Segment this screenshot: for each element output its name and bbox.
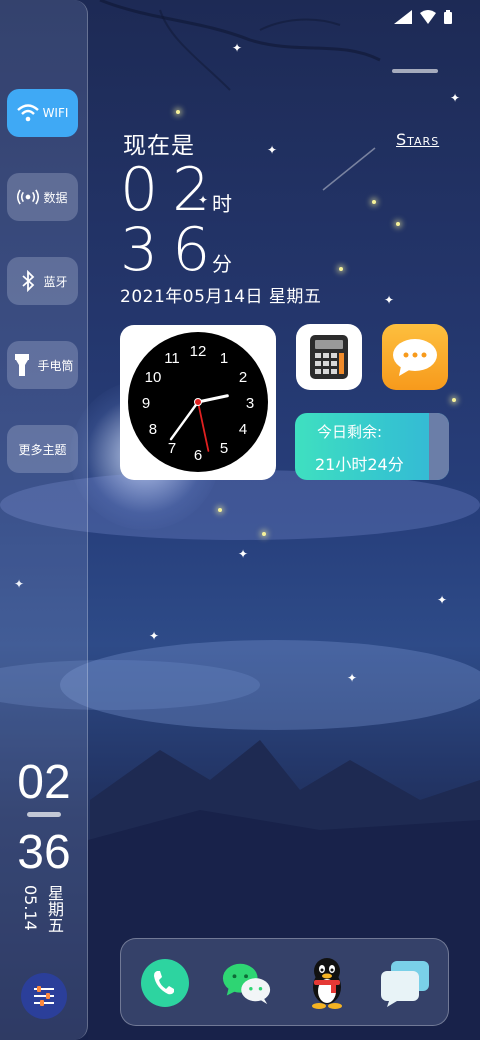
analog-clock-widget[interactable]: 12 1 2 3 4 5 6 7 8 9 10 11	[120, 325, 276, 480]
clock-number: 7	[168, 440, 176, 457]
more-themes-button[interactable]: 更多主题	[7, 425, 78, 473]
qq-icon	[312, 958, 342, 1009]
signal-icon	[394, 10, 412, 24]
bluetooth-label: 蓝牙	[43, 274, 68, 289]
side-clock-separator	[27, 812, 61, 817]
clock-number: 11	[164, 350, 180, 367]
mobile-data-label: 数据	[43, 190, 68, 205]
wechat-icon	[222, 963, 271, 1005]
clock-number: 12	[190, 343, 207, 360]
firefly	[372, 200, 376, 204]
sliders-icon	[34, 986, 54, 1006]
clock-number: 2	[239, 369, 247, 386]
date-line: 2021年05月14日 星期五	[120, 287, 322, 307]
mobile-data-icon	[17, 186, 40, 208]
shooting-star	[322, 147, 376, 191]
firefly	[262, 532, 266, 536]
star-icon: ✦	[384, 293, 395, 307]
star-icon: ✦	[238, 547, 249, 561]
mobile-data-toggle[interactable]: 数据	[7, 173, 78, 221]
settings-button[interactable]	[21, 973, 67, 1019]
clock-number: 3	[246, 395, 254, 412]
big-clock-minute: 36	[120, 215, 225, 285]
phone-icon	[141, 959, 189, 1007]
side-date: 05.14	[21, 885, 40, 931]
wifi-icon	[16, 102, 39, 124]
star-icon: ✦	[437, 593, 448, 607]
clock-number: 10	[145, 369, 162, 386]
dock	[120, 938, 449, 1026]
star-icon: ✦	[232, 41, 243, 55]
clock-number: 6	[194, 447, 202, 464]
drag-handle[interactable]	[392, 69, 438, 73]
remaining-value: 21小时24分	[315, 455, 404, 474]
remaining-progress-rest	[429, 413, 449, 480]
bluetooth-icon	[17, 270, 39, 292]
star-icon: ✦	[267, 143, 278, 157]
wifi-icon	[420, 10, 436, 24]
flashlight-label: 手电筒	[37, 358, 74, 373]
flashlight-icon	[11, 354, 33, 376]
side-clock-hour: 02	[17, 756, 71, 809]
side-panel: WIFI 数据 蓝牙 手电筒 更多主题 02 36 05.14 星期五	[0, 0, 88, 1040]
clock-number: 9	[142, 395, 150, 412]
side-clock-minute: 36	[17, 826, 71, 879]
firefly	[396, 222, 400, 226]
wechat-app[interactable]	[221, 957, 273, 1009]
remaining-time-widget[interactable]: 今日剩余: 21小时24分	[295, 413, 449, 480]
clock-number: 1	[220, 350, 228, 367]
clock-number: 4	[239, 421, 247, 438]
chat-bubbles-icon	[381, 961, 429, 1007]
firefly	[452, 398, 456, 402]
firefly	[218, 508, 222, 512]
clock-number: 5	[220, 440, 228, 457]
star-icon: ✦	[450, 91, 461, 105]
minute-unit: 分	[212, 252, 232, 276]
star-icon: ✦	[347, 671, 358, 685]
flashlight-toggle[interactable]: 手电筒	[7, 341, 78, 389]
theme-name-link[interactable]: Stars	[396, 130, 439, 149]
side-weekday: 星期五	[45, 885, 64, 933]
hour-unit: 时	[212, 192, 232, 216]
bluetooth-toggle[interactable]: 蓝牙	[7, 257, 78, 305]
chat-app[interactable]	[379, 957, 431, 1009]
clock-number: 8	[149, 421, 157, 438]
qq-app[interactable]	[301, 957, 353, 1009]
calculator-app[interactable]	[296, 324, 362, 390]
status-bar	[394, 10, 452, 24]
messages-app[interactable]	[382, 324, 448, 390]
battery-icon	[444, 10, 452, 24]
more-themes-label: 更多主题	[18, 442, 67, 457]
wifi-toggle[interactable]: WIFI	[7, 89, 78, 137]
messages-icon	[393, 339, 437, 376]
phone-app[interactable]	[139, 957, 191, 1009]
calculator-icon	[310, 335, 348, 379]
remaining-title: 今日剩余:	[317, 423, 383, 441]
wifi-label: WIFI	[42, 106, 69, 120]
firefly	[339, 267, 343, 271]
analog-clock-face: 12 12 3 45 6 78 9 1011	[128, 332, 268, 472]
firefly	[176, 110, 180, 114]
star-icon: ✦	[149, 629, 160, 643]
